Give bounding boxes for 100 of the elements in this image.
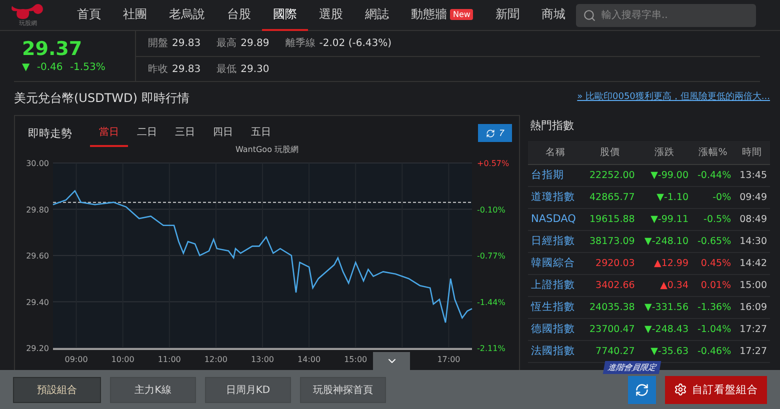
refresh-button[interactable]: 7 <box>478 124 512 142</box>
percent-axis-label: +0.57% <box>477 159 510 168</box>
price-cell: 22252.00 <box>582 164 638 186</box>
refresh-icon <box>486 128 495 138</box>
change-cell: ▼-1.10 <box>638 186 692 208</box>
x-axis-label: 12:00 <box>204 355 228 364</box>
nav-item[interactable]: 選股 <box>308 0 354 30</box>
nav-item[interactable]: 新聞 <box>484 0 530 30</box>
percent-cell: -0.44% <box>692 164 734 186</box>
percent-cell: 0.01% <box>692 274 734 296</box>
price-cell: 3402.66 <box>582 274 638 296</box>
x-axis-label: 09:00 <box>64 355 88 364</box>
x-axis-label: 14:00 <box>298 355 321 364</box>
percent-cell: -0.65% <box>692 230 734 252</box>
x-axis-label: 13:00 <box>250 355 274 364</box>
x-axis-label: 11:00 <box>158 355 181 364</box>
price-cell: 24035.38 <box>582 296 638 318</box>
last-price: 29.37 <box>22 38 84 60</box>
x-axis-label: 15:00 <box>344 355 368 364</box>
quote-stat: 開盤 29.83 <box>148 37 201 50</box>
quote-stat: 最低 29.30 <box>216 62 270 76</box>
time-cell: 17:27 <box>734 340 770 362</box>
page-title: 美元兌台幣(USDTWD) 即時行情 <box>14 90 190 107</box>
percent-cell: -0.46% <box>692 340 734 362</box>
time-cell: 08:49 <box>734 208 770 230</box>
time-cell: 14:30 <box>734 230 770 252</box>
promo-link[interactable]: » 比歐印0050獲利更高，但風險更低的兩倍大... <box>577 90 770 103</box>
new-badge: New <box>450 8 474 20</box>
preset-button[interactable]: 玩股神探首頁 <box>300 376 386 402</box>
chart-title: WantGoo 玩股網 <box>235 144 299 155</box>
period-tab[interactable]: 五日 <box>242 119 280 147</box>
column-header: 時間 <box>734 141 770 164</box>
index-name-link[interactable]: 上證指數 <box>531 279 575 291</box>
change-cell: ▲0.34 <box>638 274 692 296</box>
time-cell: 09:49 <box>734 186 770 208</box>
y-axis-label: 29.20 <box>26 344 49 353</box>
member-tooltip: 進階會員限定 <box>602 360 662 374</box>
period-tab[interactable]: 當日 <box>90 119 128 147</box>
nav-item[interactable]: 首頁 <box>66 0 112 30</box>
percent-axis-label: -1.44% <box>477 298 506 307</box>
index-name-link[interactable]: NASDAQ <box>531 213 576 225</box>
quote-stat: 最高 29.89 <box>216 36 270 50</box>
preset-button[interactable]: 主力K線 <box>110 376 196 402</box>
preset-button[interactable]: 日周月KD <box>205 376 291 402</box>
y-axis-label: 29.80 <box>26 205 49 214</box>
period-tab[interactable]: 四日 <box>204 119 242 147</box>
time-cell: 13:45 <box>734 164 770 186</box>
percent-axis-label: -0.77% <box>477 252 506 260</box>
column-header: 名稱 <box>528 141 583 164</box>
section-title: 熱門指數 <box>530 118 575 133</box>
index-name-link[interactable]: 恆生指數 <box>531 301 575 313</box>
percent-cell: 0.45% <box>692 252 734 274</box>
y-axis-label: 29.60 <box>26 252 49 260</box>
y-axis-label: 30.00 <box>26 159 49 168</box>
nav-item[interactable]: 動態牆 New <box>400 0 484 30</box>
period-tab[interactable]: 三日 <box>166 119 204 147</box>
search-field[interactable]: 輸入搜尋字串.. <box>576 4 756 26</box>
x-axis-label: 10:00 <box>111 355 134 364</box>
x-axis-label: 17:00 <box>437 355 460 364</box>
period-tab[interactable]: 二日 <box>128 119 166 147</box>
index-name-link[interactable]: 韓國綜合 <box>531 257 575 269</box>
nav-item[interactable]: 台股 <box>216 0 262 30</box>
price-cell: 42865.77 <box>582 186 638 208</box>
nav-item[interactable]: 老烏說 <box>158 0 216 30</box>
nav-item[interactable]: 國際 <box>262 0 308 30</box>
y-axis-label: 29.40 <box>26 298 49 307</box>
time-cell: 17:27 <box>734 318 770 340</box>
column-header: 股價 <box>582 141 638 164</box>
settings-icon <box>674 383 687 396</box>
nav-item[interactable]: 網誌 <box>354 0 400 30</box>
time-cell: 15:00 <box>734 274 770 296</box>
price-change: ▼ -0.46 -1.53% <box>22 62 106 73</box>
time-cell: 16:09 <box>734 296 770 318</box>
change-cell: ▲12.99 <box>638 252 692 274</box>
price-cell: 38173.09 <box>582 230 638 252</box>
quote-stat: 離季線 -2.02 (-6.43%) <box>285 36 392 50</box>
index-name-link[interactable]: 道瓊指數 <box>531 191 575 203</box>
refresh-icon <box>635 382 649 396</box>
index-name-link[interactable]: 法國指數 <box>531 345 575 357</box>
change-cell: ▼-248.10 <box>638 230 692 252</box>
custom-layout-button[interactable]: 自訂看盤組合 <box>665 376 767 404</box>
index-name-link[interactable]: 台指期 <box>531 169 564 181</box>
column-header: 漲跌 <box>638 141 692 164</box>
index-name-link[interactable]: 德國指數 <box>531 323 575 335</box>
price-cell: 2920.03 <box>582 252 638 274</box>
change-cell: ▼-99.00 <box>638 164 692 186</box>
change-cell: ▼-331.56 <box>638 296 692 318</box>
change-cell: ▼-99.11 <box>638 208 692 230</box>
nav-item[interactable]: 商城 <box>530 0 576 30</box>
nav-item[interactable]: 社團 <box>112 0 158 30</box>
percent-cell: -1.04% <box>692 318 734 340</box>
index-name-link[interactable]: 日經指數 <box>531 235 575 247</box>
price-cell: 19615.88 <box>582 208 638 230</box>
percent-cell: -1.36% <box>692 296 734 318</box>
search-icon <box>583 8 596 22</box>
time-cell: 14:42 <box>734 252 770 274</box>
chart-label: 即時走勢 <box>28 126 72 140</box>
preset-button[interactable]: 預設組合 <box>13 376 101 402</box>
collapse-toggle[interactable] <box>373 352 410 370</box>
percent-cell: -0% <box>692 186 734 208</box>
